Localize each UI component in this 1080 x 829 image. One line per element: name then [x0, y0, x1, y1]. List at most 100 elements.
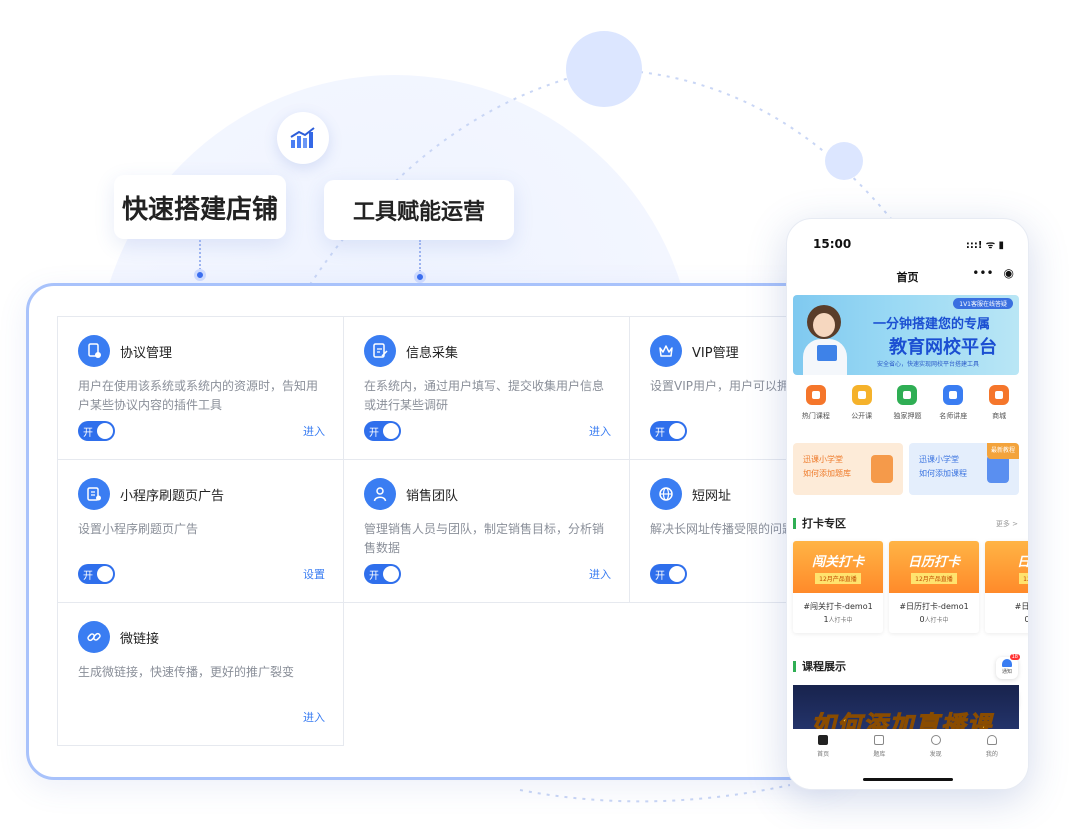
link-icon [78, 621, 110, 653]
plugin-card-agreement: 协议管理 用户在使用该系统或系统内的资源时，告知用户某些协议内容的插件工具 开 … [57, 316, 344, 460]
plugin-description: 设置小程序刷题页广告 [78, 522, 199, 536]
target-icon[interactable]: ◉ [1004, 266, 1014, 280]
course-banner[interactable]: 如何添加直播课 [793, 685, 1019, 731]
notification-label: 通知 [1001, 669, 1012, 675]
nav-item-mall[interactable]: 商城 [978, 385, 1020, 421]
agreement-icon [78, 335, 110, 367]
nav-label: 名师讲座 [939, 412, 968, 420]
section-title-course: 课程展示 [793, 661, 846, 672]
promo-badge: 最新教程 [986, 443, 1019, 459]
home-icon [818, 735, 829, 745]
toggle-label: 开 [369, 570, 379, 582]
banner-headline: 一分钟搭建您的专属 [873, 317, 991, 332]
clock-card-name: #日历打卡-demo1 [899, 602, 969, 611]
bell-icon [1002, 659, 1012, 667]
toggle-label: 开 [369, 427, 379, 439]
clock-card[interactable]: 日历打卡 12月产品直播 #日历打卡-demo1 0人打卡中 [889, 541, 979, 633]
book-icon [817, 345, 837, 361]
girl-face [813, 313, 835, 337]
plugin-title: 协议管理 [120, 345, 173, 361]
clock-card-sub: 12月 [1019, 572, 1028, 584]
clock-card[interactable]: 闯关打卡 12月产品直播 #闯关打卡-demo1 1人打卡中 [793, 541, 883, 633]
nav-item-open-class[interactable]: 公开课 [841, 385, 883, 421]
enter-link[interactable]: 进入 [303, 423, 325, 439]
clock-card-image: 日历打卡 12月产品直播 [889, 541, 979, 593]
feature-tag-quick-store: 快速搭建店铺 [114, 175, 286, 239]
plugin-description: 在系统内，通过用户填写、提交收集用户信息或进行某些调研 [364, 379, 605, 412]
plugin-toggle[interactable]: 开 [78, 421, 115, 441]
banner-title: 教育网校平台 [889, 337, 997, 358]
clock-card-count: 0 [1024, 615, 1028, 624]
form-icon [364, 335, 396, 367]
plugin-toggle[interactable]: 开 [650, 564, 687, 584]
plugin-title: 销售团队 [406, 488, 459, 504]
clock-card[interactable]: 日历 12月 #日历打 0人 [985, 541, 1029, 633]
nav-label: 公开课 [851, 412, 873, 420]
toggle-label: 开 [655, 427, 665, 439]
nav-item-exam[interactable]: 独家押题 [886, 385, 928, 421]
clock-card-name: #日历打 [1014, 602, 1029, 611]
crown-icon [650, 335, 682, 367]
toggle-label: 开 [83, 570, 93, 582]
clock-card-sub: 12月产品直播 [815, 572, 861, 584]
connector-dot [414, 271, 426, 283]
plugin-card-info-collect: 信息采集 在系统内，通过用户填写、提交收集用户信息或进行某些调研 开 进入 [343, 316, 630, 460]
notification-button[interactable]: 通知 18 [996, 654, 1020, 679]
pencil-icon [874, 735, 885, 745]
discover-icon [930, 735, 941, 745]
growth-chart-icon [277, 112, 329, 164]
tab-label: 首页 [817, 751, 830, 758]
document-icon [987, 455, 1009, 483]
notification-badge: 18 [1009, 654, 1020, 660]
settings-link[interactable]: 设置 [303, 566, 325, 582]
clock-card-banner: 日历 [1016, 554, 1029, 570]
plugin-description: 用户在使用该系统或系统内的资源时，告知用户某些协议内容的插件工具 [78, 379, 319, 412]
plugin-toggle[interactable]: 开 [364, 421, 401, 441]
plugin-panel: 协议管理 用户在使用该系统或系统内的资源时，告知用户某些协议内容的插件工具 开 … [26, 283, 846, 780]
tab-home[interactable]: 首页 [803, 735, 843, 789]
enter-link[interactable]: 进入 [589, 566, 611, 582]
enter-link[interactable]: 进入 [303, 709, 325, 725]
banner-subtitle: 安全省心，快速实现网校平台搭建工具 [877, 361, 980, 368]
plugin-card-sales-team: 销售团队 管理销售人员与团队，制定销售目标，分析销售数据 开 进入 [343, 459, 630, 603]
nav-item-teacher[interactable]: 名师讲座 [932, 385, 974, 421]
plugin-description: 生成微链接，快速传播，更好的推广裂变 [78, 665, 295, 679]
course-banner-text: 如何添加直播课 [811, 711, 993, 732]
status-time: 15:00 [813, 237, 852, 251]
tab-label: 题库 [873, 751, 886, 758]
clock-card-banner: 闯关打卡 [811, 554, 864, 570]
clock-card-image: 日历 12月 [985, 541, 1029, 593]
hot-course-icon [805, 385, 826, 405]
plugin-card-micro-link: 微链接 生成微链接，快速传播，更好的推广裂变 进入 [57, 602, 344, 746]
bottom-tab-bar: 首页 题库 发现 我的 [787, 729, 1028, 789]
hero-banner[interactable]: 1V1客服在线答疑 一分钟搭建您的专属 教育网校平台 安全省心，快速实现网校平台… [793, 295, 1019, 375]
connector-line [419, 240, 421, 272]
plugin-card-ad: 小程序刷题页广告 设置小程序刷题页广告 开 设置 [57, 459, 344, 603]
more-link[interactable]: 更多 > [996, 519, 1018, 529]
quick-nav: 热门课程 公开课 独家押题 名师讲座 商城 [787, 385, 1028, 421]
plugin-title: 小程序刷题页广告 [120, 488, 225, 504]
enter-link[interactable]: 进入 [589, 423, 611, 439]
tab-profile[interactable]: 我的 [972, 735, 1012, 789]
phone-mockup: 15:00 :::! ᯤ ▮ 首页 ••• ◉ 1V1客服在线答疑 一分钟搭建您… [786, 218, 1029, 790]
document-icon [871, 455, 893, 483]
nav-label: 独家押题 [893, 412, 922, 420]
clock-card-image: 闯关打卡 12月产品直播 [793, 541, 883, 593]
plugin-toggle[interactable]: 开 [364, 564, 401, 584]
promo-card-question-bank[interactable]: 迅课小学堂 如何添加题库 [793, 443, 903, 495]
plugin-title: 微链接 [120, 631, 160, 647]
clock-card-unit: 人打卡中 [924, 617, 949, 624]
nav-item-hot-course[interactable]: 热门课程 [795, 385, 837, 421]
plugin-title: 短网址 [692, 488, 732, 504]
section-title-clock: 打卡专区 [793, 518, 846, 529]
plugin-toggle[interactable]: 开 [650, 421, 687, 441]
promo-card-course[interactable]: 迅课小学堂 如何添加课程 最新教程 [909, 443, 1019, 495]
plugin-toggle[interactable]: 开 [78, 564, 115, 584]
tab-label: 发现 [929, 751, 942, 758]
ad-icon [78, 478, 110, 510]
connector-dot [194, 269, 206, 281]
plugin-title: VIP管理 [692, 345, 739, 361]
teacher-icon [943, 385, 964, 405]
mall-icon [989, 385, 1010, 405]
more-menu-icon[interactable]: ••• [972, 266, 993, 280]
